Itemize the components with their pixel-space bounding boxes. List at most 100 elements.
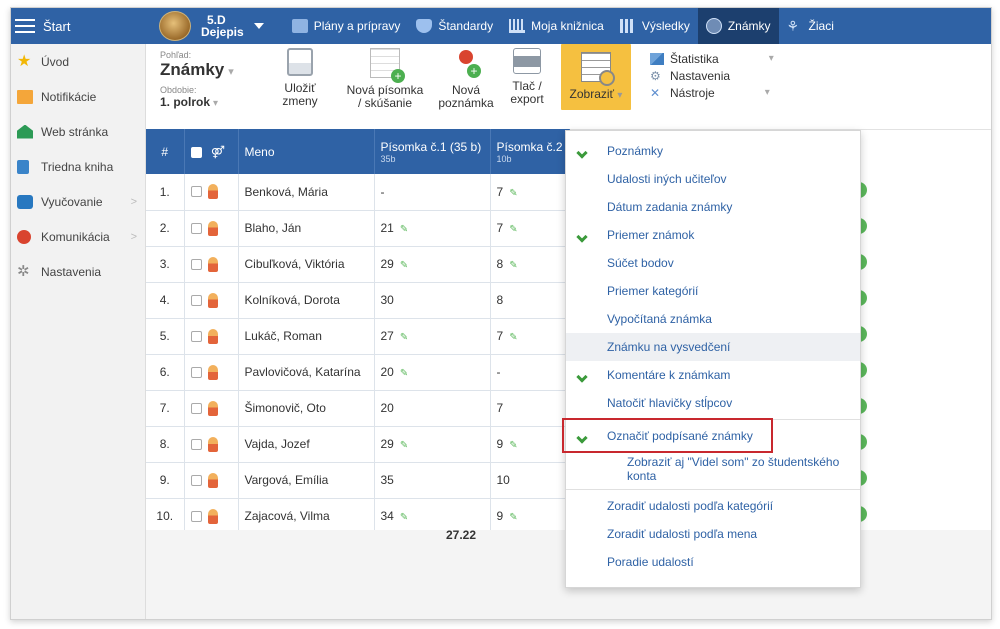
menu-item[interactable]: Súčet bodov <box>566 249 860 277</box>
row-checkbox[interactable] <box>190 510 202 522</box>
grade-cell-test-2[interactable]: 7 <box>490 390 570 427</box>
grade-cell-test-2[interactable]: 9 ✎ <box>490 498 570 535</box>
student-name[interactable]: Kolníková, Dorota <box>238 282 375 319</box>
table-row[interactable]: 5. Lukáč, Roman 27 ✎ 7 ✎ <box>146 318 570 355</box>
table-row[interactable]: 6. Pavlovičová, Katarína 20 ✎ - <box>146 354 570 391</box>
row-checkbox[interactable] <box>190 258 202 270</box>
row-checkbox[interactable] <box>190 222 202 234</box>
column-name[interactable]: Meno <box>238 129 375 174</box>
grade-cell-test-1[interactable]: 29 ✎ <box>374 246 491 283</box>
menu-item[interactable]: Známku na vysvedčení <box>566 333 860 361</box>
grade-cell-test-1[interactable]: 35 <box>374 462 491 499</box>
row-checkbox[interactable] <box>190 186 202 198</box>
table-row[interactable]: 3. Cibuľková, Viktória 29 ✎ 8 ✎ <box>146 246 570 283</box>
grade-value: 20 <box>380 401 394 415</box>
grade-cell-test-2[interactable]: 7 ✎ <box>490 210 570 247</box>
grade-cell-test-1[interactable]: 30 <box>374 282 491 319</box>
statistics-menu[interactable]: Štatistika ▾ <box>650 50 774 67</box>
nav-results[interactable]: Výsledky <box>612 8 698 44</box>
student-name[interactable]: Vajda, Jozef <box>238 426 375 463</box>
sidebar-item-uvod[interactable]: ★ Úvod <box>11 44 145 79</box>
grade-cell-test-2[interactable]: 10 <box>490 462 570 499</box>
row-checkbox[interactable] <box>190 366 202 378</box>
tools-menu-button[interactable]: ✕ Nástroje ▾ <box>650 84 774 101</box>
menu-item[interactable]: Zoradiť udalosti podľa mena <box>566 520 860 548</box>
table-row[interactable]: 8. Vajda, Jozef 29 ✎ 9 ✎ <box>146 426 570 463</box>
student-name[interactable]: Cibuľková, Viktória <box>238 246 375 283</box>
nav-grades[interactable]: Známky <box>697 8 779 44</box>
menu-item-label: Známku na vysvedčení <box>607 340 731 354</box>
sidebar-item-notifikacie[interactable]: Notifikácie <box>11 79 145 114</box>
sidebar-item-nastavenia[interactable]: ✲ Nastavenia <box>11 254 145 289</box>
student-name[interactable]: Benková, Mária <box>238 174 375 211</box>
grade-cell-test-1[interactable]: 20 <box>374 390 491 427</box>
start-link[interactable]: Štart <box>43 19 153 34</box>
student-name[interactable]: Zajacová, Vilma <box>238 498 375 535</box>
table-row[interactable]: 10. Zajacová, Vilma 34 ✎ 9 ✎ <box>146 498 570 535</box>
save-button[interactable]: Uložiť zmeny <box>270 48 330 108</box>
row-checkbox[interactable] <box>190 294 202 306</box>
sidebar-item-vyucovanie[interactable]: Vyučovanie > <box>11 184 145 219</box>
student-name[interactable]: Vargová, Emília <box>238 462 375 499</box>
student-name[interactable]: Blaho, Ján <box>238 210 375 247</box>
nav-standards[interactable]: Štandardy <box>408 8 501 44</box>
nav-students[interactable]: ⚘ Žiaci <box>779 8 842 44</box>
menu-item[interactable]: Poradie udalostí <box>566 548 860 576</box>
grade-cell-test-1[interactable]: 20 ✎ <box>374 354 491 391</box>
menu-item[interactable]: Priemer známok <box>566 221 860 249</box>
grade-cell-test-1[interactable]: 27 ✎ <box>374 318 491 355</box>
row-checkbox[interactable] <box>190 474 202 486</box>
table-row[interactable]: 1. Benková, Mária -7 ✎ <box>146 174 570 211</box>
hamburger-menu-icon[interactable] <box>15 19 35 33</box>
view-selector[interactable]: Pohľad: Známky ▾ Obdobie: 1. polrok ▾ <box>160 50 260 109</box>
menu-item[interactable]: Dátum zadania známky <box>566 193 860 221</box>
period-selector[interactable]: 1. polrok ▾ <box>160 95 260 109</box>
grade-cell-test-1[interactable]: 21 ✎ <box>374 210 491 247</box>
menu-item[interactable]: Zoradiť udalosti podľa kategórií <box>566 492 860 520</box>
menu-item[interactable]: Natočiť hlavičky stĺpcov <box>566 389 860 417</box>
student-name[interactable]: Lukáč, Roman <box>238 318 375 355</box>
grade-cell-test-2[interactable]: - <box>490 354 570 391</box>
new-test-button[interactable]: Nová písomka / skúšanie <box>342 48 428 110</box>
new-test-label-2: / skúšanie <box>357 96 413 110</box>
table-row[interactable]: 4. Kolníková, Dorota 30 8 <box>146 282 570 319</box>
menu-item[interactable]: Priemer kategórií <box>566 277 860 305</box>
sidebar-item-komunikacia[interactable]: Komunikácia > <box>11 219 145 254</box>
table-row[interactable]: 9. Vargová, Emília 35 10 <box>146 462 570 499</box>
row-checkbox[interactable] <box>190 438 202 450</box>
menu-divider <box>566 489 860 490</box>
nav-library[interactable]: Moja knižnica <box>501 8 612 44</box>
grade-cell-test-1[interactable]: 29 ✎ <box>374 426 491 463</box>
grade-cell-test-2[interactable]: 8 ✎ <box>490 246 570 283</box>
class-selector[interactable]: 5.D Dejepis <box>159 11 264 41</box>
grade-cell-test-2[interactable]: 7 ✎ <box>490 174 570 211</box>
period-label: Obdobie: <box>160 85 197 95</box>
menu-item[interactable]: Udalosti iných učiteľov <box>566 165 860 193</box>
settings-menu[interactable]: ⚙ Nastavenia <box>650 67 774 84</box>
column-test-1[interactable]: Písomka č.1 (35 b) 35b <box>374 129 491 174</box>
print-export-button[interactable]: Tlač / export <box>502 48 552 106</box>
grade-cell-test-2[interactable]: 7 ✎ <box>490 318 570 355</box>
menu-item-show-seen[interactable]: Zobraziť aj "Videl som" zo študentského … <box>566 450 860 487</box>
table-row[interactable]: 2. Blaho, Ján 21 ✎ 7 ✎ <box>146 210 570 247</box>
menu-item[interactable]: Komentáre k známkam <box>566 361 860 389</box>
row-checkbox[interactable] <box>190 330 202 342</box>
grid-view-icon <box>581 52 615 86</box>
grade-cell-test-2[interactable]: 9 ✎ <box>490 426 570 463</box>
select-all-checkbox[interactable] <box>190 146 202 158</box>
nav-students-label: Žiaci <box>808 19 834 33</box>
show-button[interactable]: Zobraziť ▾ <box>561 44 631 110</box>
new-note-button[interactable]: Nová poznámka <box>432 48 500 110</box>
menu-item[interactable]: Poznámky <box>566 137 860 165</box>
grade-cell-test-1[interactable]: - <box>374 174 491 211</box>
student-name[interactable]: Šimonovič, Oto <box>238 390 375 427</box>
table-row[interactable]: 7. Šimonovič, Oto 20 7 <box>146 390 570 427</box>
student-name[interactable]: Pavlovičová, Katarína <box>238 354 375 391</box>
grade-cell-test-2[interactable]: 8 <box>490 282 570 319</box>
row-checkbox[interactable] <box>190 402 202 414</box>
sidebar-item-triedna-kniha[interactable]: Triedna kniha <box>11 149 145 184</box>
column-test-2[interactable]: Písomka č.2 10b <box>490 129 570 174</box>
nav-plans[interactable]: Plány a prípravy <box>284 8 409 44</box>
sidebar-item-web[interactable]: Web stránka <box>11 114 145 149</box>
menu-item[interactable]: Vypočítaná známka <box>566 305 860 333</box>
